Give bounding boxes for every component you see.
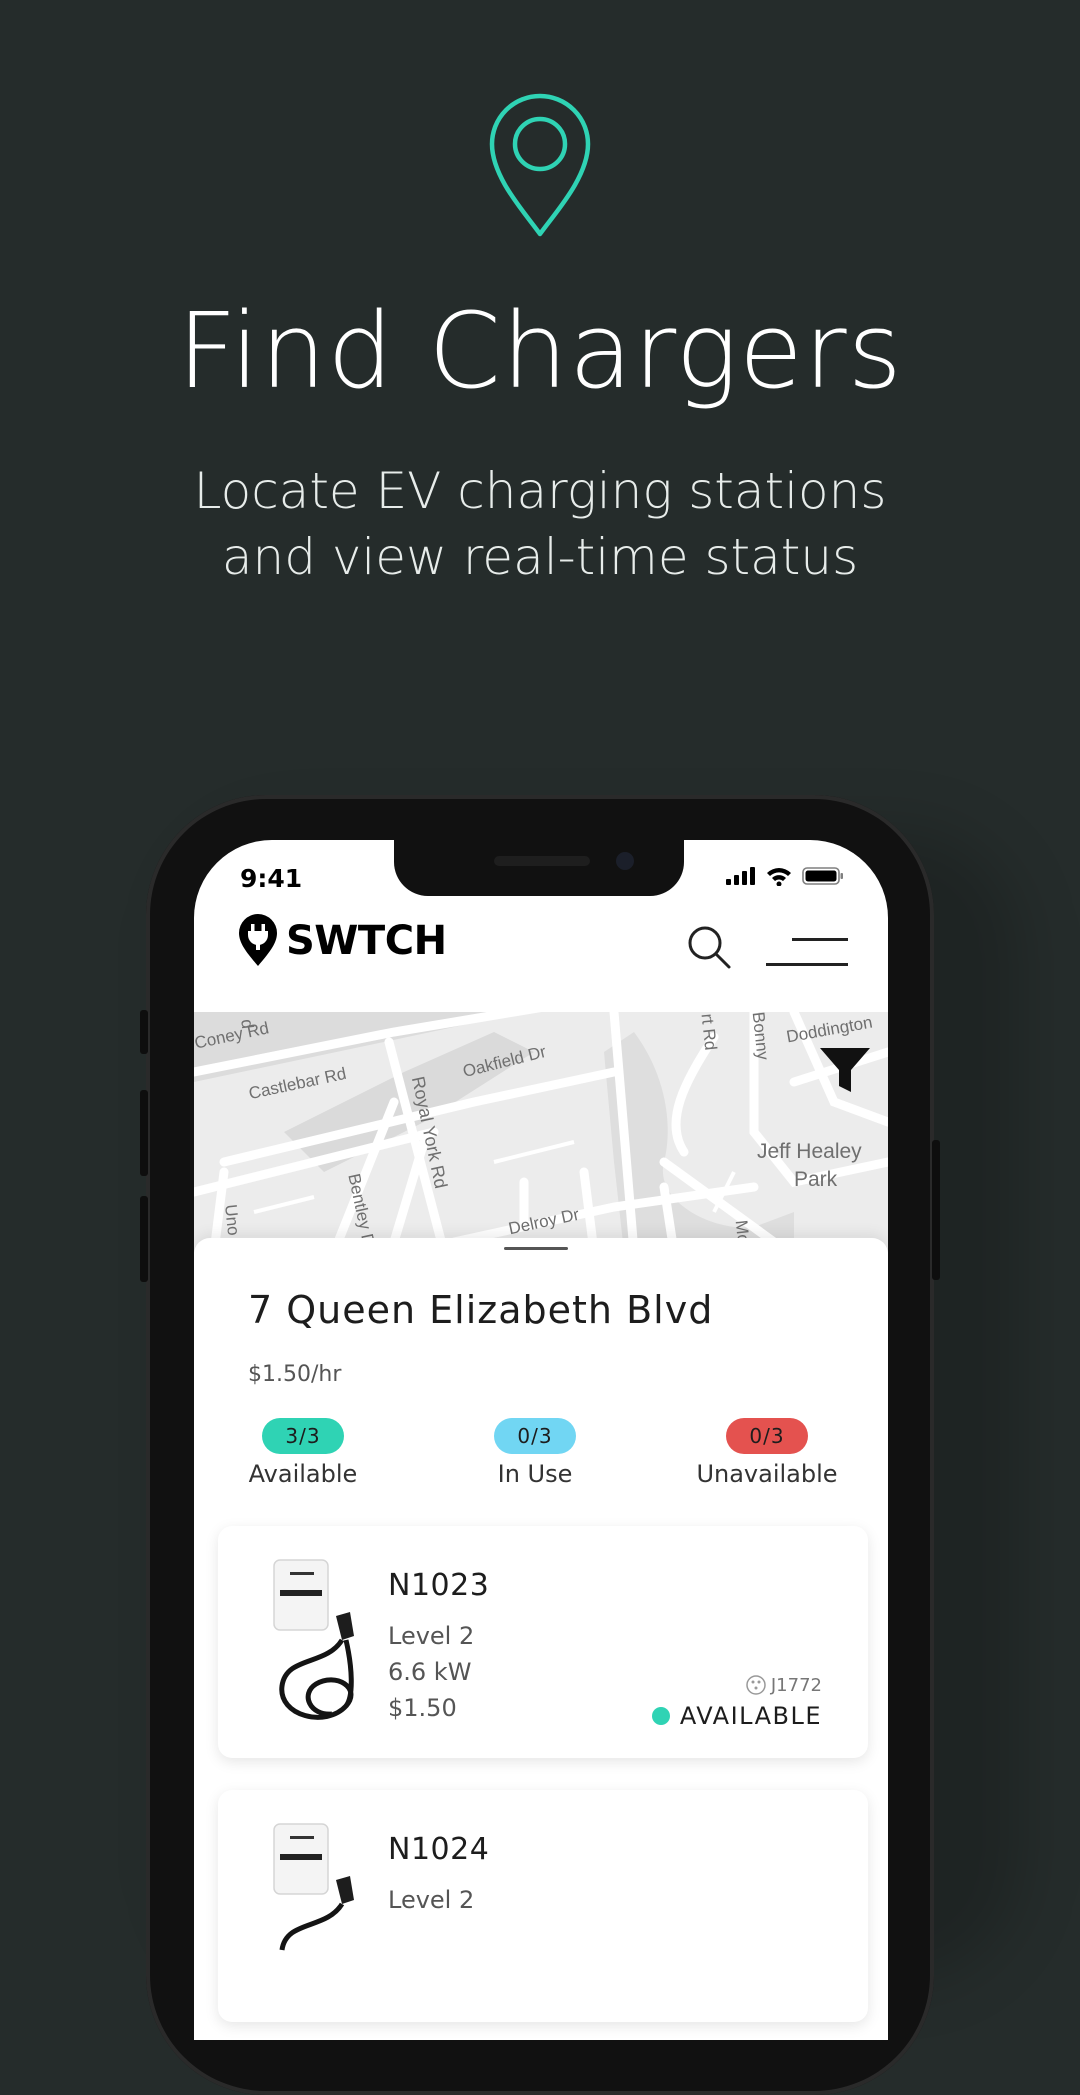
map-label: Jeff Healey (757, 1140, 862, 1163)
battery-icon (802, 867, 843, 885)
connector-type: J1772 (745, 1674, 822, 1696)
hero-subtitle: Locate EV charging stations and view rea… (0, 458, 1080, 590)
status-label: AVAILABLE (679, 1702, 822, 1730)
charger-level: Level 2 (388, 1886, 475, 1914)
charger-id: N1024 (388, 1832, 490, 1867)
signal-icon (726, 867, 755, 885)
stat-badge: 0/3 (726, 1418, 808, 1454)
stat-unavailable: 0/3 Unavailable (682, 1418, 852, 1488)
connector-label: J1772 (770, 1674, 822, 1696)
brand-name: SWTCH (286, 918, 447, 964)
charger-status: AVAILABLE (651, 1702, 822, 1730)
j1772-connector-icon (746, 1675, 766, 1695)
stat-label: Unavailable (696, 1460, 838, 1488)
stat-label: Available (248, 1460, 358, 1488)
map-label: Uno (221, 1203, 244, 1237)
phone-screen: 9:41 SWTCH Coney Rd Castlebar Rd Oakfiel… (194, 840, 888, 2040)
stat-in-use: 0/3 In Use (450, 1418, 620, 1488)
brand-logo[interactable]: SWTCH (238, 914, 447, 968)
phone-volume-down (140, 1196, 148, 1282)
status-dot (651, 1707, 670, 1725)
location-pin-icon (489, 93, 591, 237)
menu-icon[interactable] (766, 938, 848, 968)
charger-image (273, 1559, 354, 1720)
location-price: $1.50/hr (248, 1362, 342, 1387)
charger-id: N1023 (388, 1568, 490, 1603)
hero-subtitle-line1: Locate EV charging stations (193, 462, 887, 520)
map-view[interactable]: Coney Rd Castlebar Rd Oakfield Dr Royal … (194, 1012, 888, 1252)
hero-subtitle-line2: and view real-time status (221, 528, 859, 586)
charger-card[interactable]: N1024 Level 2 (218, 1790, 868, 2022)
status-icons (726, 866, 844, 886)
charger-power: 6.6 kW (388, 1658, 472, 1686)
map-label: rt Rd (697, 1012, 721, 1052)
hero-title: Find Chargers (177, 290, 903, 412)
phone-volume-up (140, 1090, 148, 1176)
location-address: 7 Queen Elizabeth Blvd (248, 1288, 714, 1332)
map-label: Park (794, 1168, 838, 1191)
speaker (494, 856, 590, 866)
wifi-icon (767, 868, 791, 886)
charger-level: Level 2 (388, 1622, 475, 1650)
search-icon[interactable] (686, 924, 732, 970)
notch (394, 840, 684, 896)
phone-side-button (140, 1010, 148, 1054)
filter-icon[interactable] (818, 1046, 872, 1094)
status-time: 9:41 (240, 864, 303, 893)
stat-badge: 0/3 (494, 1418, 576, 1454)
stat-available: 3/3 Available (218, 1418, 388, 1488)
sheet-handle[interactable] (504, 1247, 568, 1250)
phone-power-button (932, 1140, 940, 1280)
charger-card[interactable]: N1023 Level 2 6.6 kW $1.50 J1772 AVAILAB… (218, 1526, 868, 1758)
camera (616, 852, 634, 870)
stat-badge: 3/3 (262, 1418, 344, 1454)
plug-pin-icon (239, 914, 277, 966)
stat-label: In Use (497, 1460, 573, 1488)
charger-image (273, 1823, 354, 1951)
charger-price: $1.50 (388, 1694, 457, 1722)
